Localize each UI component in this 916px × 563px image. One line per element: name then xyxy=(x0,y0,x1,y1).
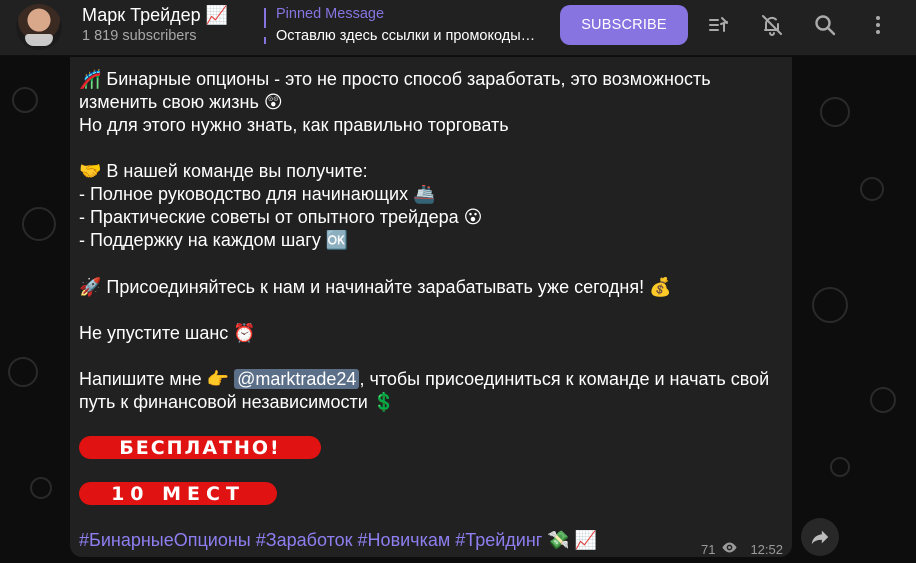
message-text: Напишите мне 👉 xyxy=(79,369,235,389)
seats-badge: 10 МЕСТ xyxy=(79,482,277,505)
message-line: - Практические советы от опытного трейде… xyxy=(79,207,483,227)
pinned-message-label: Pinned Message xyxy=(276,6,385,22)
channel-title[interactable]: Марк Трейдер 📈 xyxy=(82,5,228,26)
search-icon[interactable] xyxy=(810,10,840,40)
channel-header: Марк Трейдер 📈 1 819 subscribers Pinned … xyxy=(0,0,916,56)
subscriber-count: 1 819 subscribers xyxy=(82,28,197,44)
message-meta: 71 12:52 xyxy=(701,539,783,559)
message-time: 12:52 xyxy=(750,541,783,557)
subscribe-button[interactable]: SUBSCRIBE xyxy=(560,5,688,45)
message-line: путь к финансовой независимости 💲 xyxy=(79,392,396,412)
message-text: , чтобы присоединиться к команде и начат… xyxy=(359,369,770,389)
mute-bell-icon[interactable] xyxy=(757,10,787,40)
message-line: 🎢 Бинарные опционы - это не просто спосо… xyxy=(79,69,711,89)
hashtag-link[interactable]: #Заработок xyxy=(256,530,353,550)
hashtag-row: #БинарныеОпционы #Заработок #Новичкам #Т… xyxy=(79,530,597,551)
forward-icon xyxy=(811,530,829,545)
hashtag-link[interactable]: #Новичкам xyxy=(358,530,451,550)
eye-icon xyxy=(721,539,738,559)
pinned-list-icon[interactable] xyxy=(704,10,734,40)
free-badge: БЕСПЛАТНО! xyxy=(79,436,321,459)
hashtag-link[interactable]: #Трейдинг xyxy=(455,530,542,550)
message-line: изменить свою жизнь 😲 xyxy=(79,92,283,112)
message-line: Но для этого нужно знать, как правильно … xyxy=(79,115,509,135)
message-line: 🚀 Присоединяйтесь к нам и начинайте зара… xyxy=(79,277,672,297)
mention-link[interactable]: @marktrade24 xyxy=(234,369,360,389)
message-line: - Полное руководство для начинающих 🚢 xyxy=(79,184,436,204)
forward-button[interactable] xyxy=(801,518,839,556)
message-line: - Поддержку на каждом шагу 🆗 xyxy=(79,230,349,250)
channel-avatar[interactable] xyxy=(16,4,62,50)
message-line: 🤝 В нашей команде вы получите: xyxy=(79,161,368,181)
view-count: 71 xyxy=(700,541,716,557)
message-line: Не упустите шанс ⏰ xyxy=(79,323,256,343)
hashtag-link[interactable]: #БинарныеОпционы xyxy=(79,530,251,550)
message-line: Напишите мне 👉 @marktrade24, чтобы присо… xyxy=(79,368,783,391)
message-bubble: 🎢 Бинарные опционы - это не просто спосо… xyxy=(70,57,792,557)
pinned-indicator xyxy=(264,8,266,44)
pinned-message-text: Оставлю здесь ссылки и промокоды… xyxy=(276,28,536,44)
hashtag-emojis: 💸 📈 xyxy=(547,530,598,550)
more-vertical-icon[interactable] xyxy=(863,10,893,40)
pinned-message[interactable]: Pinned Message Оставлю здесь ссылки и пр… xyxy=(264,6,544,46)
